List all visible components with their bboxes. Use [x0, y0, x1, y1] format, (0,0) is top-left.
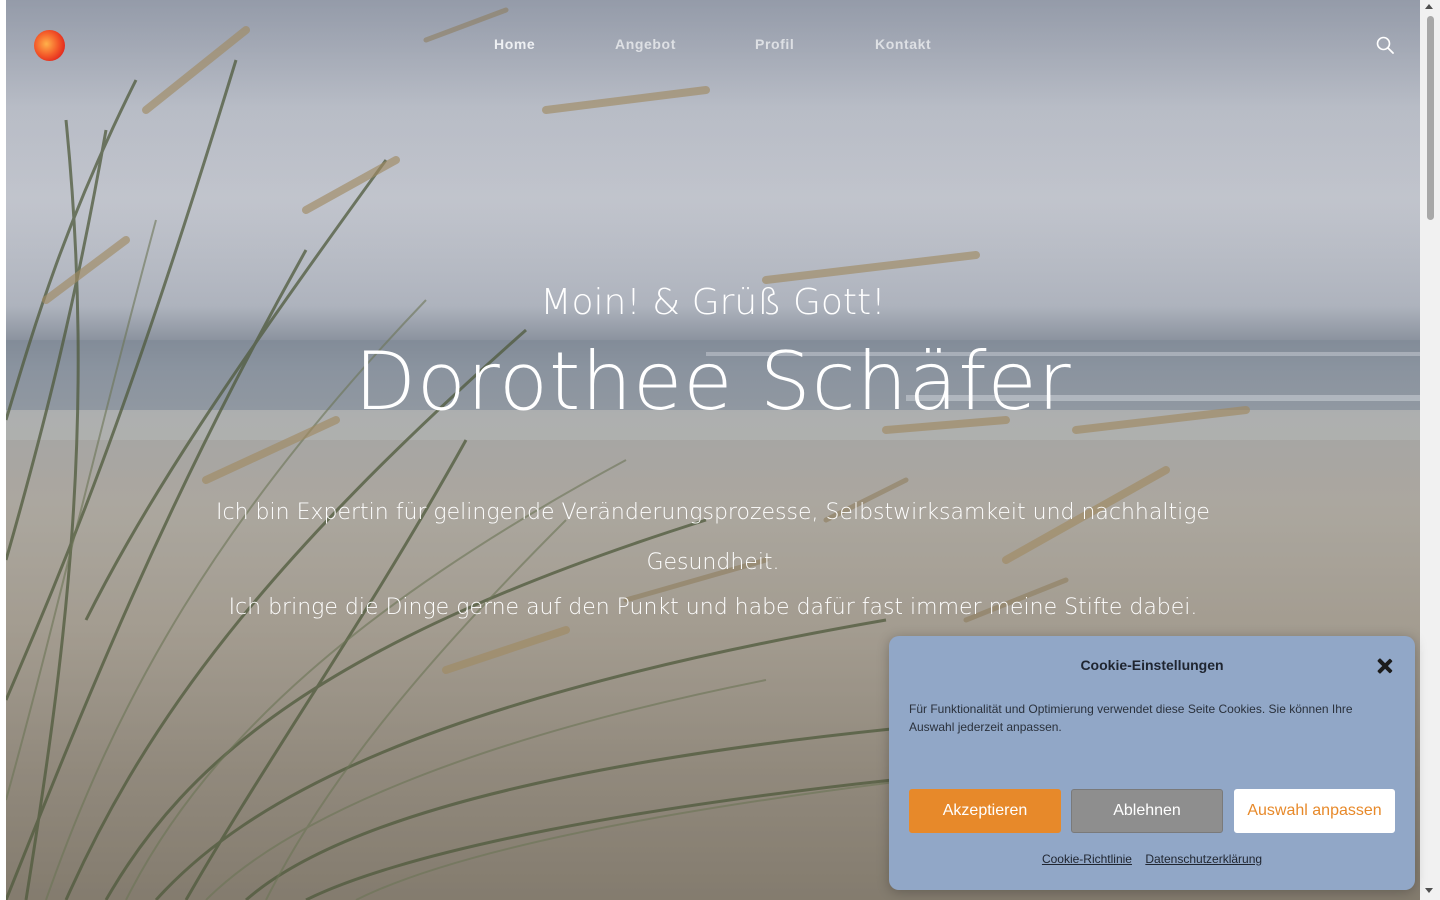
deny-button[interactable]: Ablehnen — [1071, 789, 1223, 833]
scroll-down-arrow-icon[interactable] — [1425, 888, 1433, 893]
hero-intro-line-2: Ich bringe die Dinge gerne auf den Punkt… — [228, 595, 1198, 620]
cookie-policy-link[interactable]: Cookie-Richtlinie — [1042, 852, 1132, 866]
nav-home[interactable]: Home — [494, 36, 535, 52]
search-icon[interactable] — [1376, 36, 1394, 54]
hero-greeting: Moin! & Grüß Gott! — [540, 282, 886, 323]
scroll-up-arrow-icon[interactable] — [1425, 4, 1433, 9]
close-icon[interactable] — [1376, 657, 1394, 675]
hero-name: Dorothee Schäfer — [354, 335, 1072, 428]
cookie-dialog-text: Für Funktionalität und Optimierung verwe… — [909, 702, 1353, 734]
nav-kontakt[interactable]: Kontakt — [875, 36, 931, 52]
cookie-consent-dialog: Cookie-Einstellungen Für Funktionalität … — [889, 636, 1415, 890]
browser-viewport: Home Angebot Profil Kontakt Moin! & Grüß… — [0, 0, 1440, 900]
nav-angebot[interactable]: Angebot — [615, 36, 676, 52]
privacy-policy-link[interactable]: Datenschutzerklärung — [1145, 852, 1262, 866]
nav-profil[interactable]: Profil — [755, 36, 794, 52]
hero-intro-line-1: Ich bin Expertin für gelingende Veränder… — [216, 500, 1210, 575]
customize-button[interactable]: Auswahl anpassen — [1234, 789, 1395, 833]
cookie-dialog-title: Cookie-Einstellungen — [1080, 657, 1224, 673]
vertical-scrollbar[interactable] — [1420, 0, 1440, 900]
main-navigation: Home Angebot Profil Kontakt — [6, 36, 1420, 58]
cookie-dialog-links: Cookie-Richtlinie Datenschutzerklärung — [889, 852, 1415, 866]
scrollbar-thumb[interactable] — [1427, 16, 1434, 220]
accept-button[interactable]: Akzeptieren — [909, 789, 1061, 833]
